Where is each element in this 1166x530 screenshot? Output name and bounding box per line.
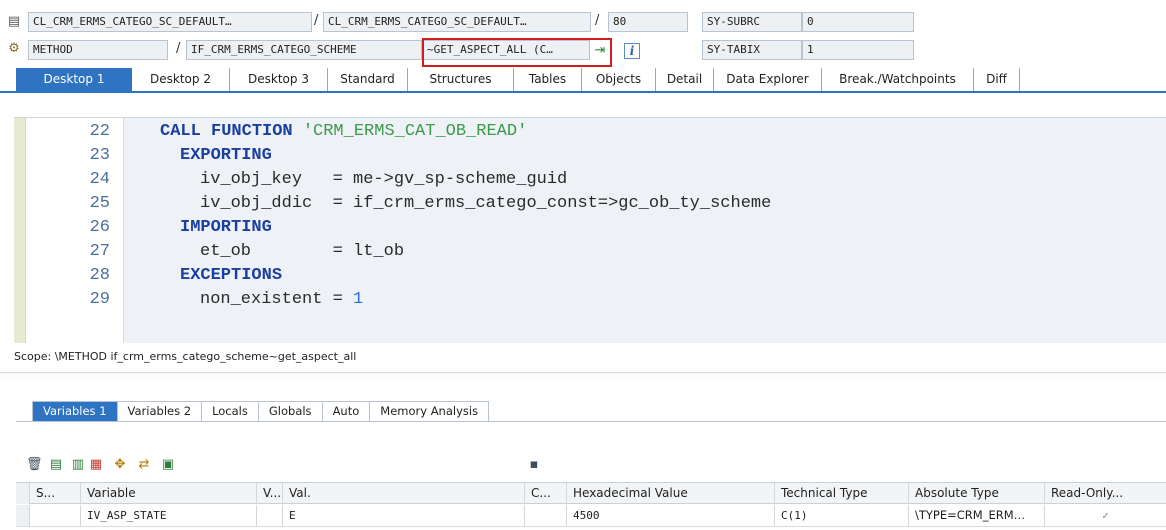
transfer-icon[interactable]: ⇄ (136, 457, 152, 473)
code-token: non_existent = (200, 290, 354, 309)
method-interface-field[interactable]: IF_CRM_ERMS_CATEGO_SCHEME (186, 40, 422, 60)
code-line[interactable]: iv_obj_key = me->gv_sp-scheme_guid (200, 168, 567, 191)
col-header-absolute-type[interactable]: Absolute Type (909, 483, 1045, 504)
table-header-row: S... Variable V... Val. C... Hexadecimal… (16, 482, 1166, 504)
tab-globals[interactable]: Globals (258, 402, 323, 422)
code-token: iv_obj_ddic = if_crm_erms_catego_const=>… (200, 194, 772, 213)
col-header-variable[interactable]: Variable (81, 483, 257, 504)
delete-icon[interactable]: 🗑 (26, 457, 43, 473)
tab-variables-2[interactable]: Variables 2 (117, 402, 203, 422)
col-header-technical-type[interactable]: Technical Type (775, 483, 909, 504)
line-number: 25 (89, 194, 110, 213)
cell-absolute-type[interactable]: \TYPE=CRM_ERM… (909, 505, 1045, 526)
code-line[interactable]: iv_obj_ddic = if_crm_erms_catego_const=>… (200, 192, 771, 215)
variables-tabstrip: Variables 1 Variables 2 Locals Globals Auto M… (32, 401, 490, 422)
col-header-hex[interactable]: Hexadecimal Value (567, 483, 775, 504)
code-line[interactable]: EXPORTING (180, 144, 272, 167)
tab-break-watchpoints[interactable]: Break./Watchpoints (822, 68, 974, 91)
cell-value[interactable]: E (283, 505, 525, 526)
row-selector-header[interactable] (16, 483, 30, 504)
col-header-status[interactable]: S... (30, 483, 81, 504)
line-number: 23 (89, 146, 110, 165)
cell-variable[interactable]: IV_ASP_STATE (81, 505, 257, 526)
separator-slash: / (595, 13, 600, 28)
tab-standard[interactable]: Standard (328, 68, 408, 91)
col-header-c[interactable]: C... (525, 483, 567, 504)
code-token: IMPORTING (180, 218, 272, 237)
insert-row-icon[interactable]: ▤ (48, 457, 64, 473)
variables-tab-underline (16, 421, 1166, 422)
code-line[interactable]: et_ob = lt_ob (200, 240, 404, 263)
sysvar-value-tabix[interactable]: 1 (802, 40, 914, 60)
breakpoint-gutter[interactable] (14, 118, 26, 343)
col-header-v[interactable]: V... (257, 483, 283, 504)
code-token: EXCEPTIONS (180, 266, 283, 285)
sysvar-value-subrc[interactable]: 0 (802, 12, 914, 32)
program-icon: ▤ (7, 14, 21, 29)
code-token: 1 (353, 290, 364, 309)
method-icon: ⚙ (8, 41, 20, 56)
tab-data-explorer[interactable]: Data Explorer (714, 68, 822, 91)
line-number: 29 (89, 290, 110, 309)
cell-c (525, 505, 567, 526)
scope-label: Scope: \METHOD if_crm_erms_catego_scheme… (14, 350, 357, 363)
cell-status (30, 505, 81, 526)
export-icon[interactable]: ▣ (160, 457, 176, 473)
tab-structures[interactable]: Structures (408, 68, 514, 91)
main-program-field[interactable]: CL_CRM_ERMS_CATEGO_SC_DEFAULT… (28, 12, 312, 32)
info-icon[interactable]: i (624, 43, 640, 59)
append-row-icon[interactable]: ▥ (70, 457, 86, 473)
col-header-read-only[interactable]: Read-Only... (1045, 483, 1166, 504)
tab-detail[interactable]: Detail (656, 68, 714, 91)
line-number-field[interactable]: 80 (608, 12, 688, 32)
code-token: 'CRM_ERMS_CAT_OB_READ' (302, 122, 528, 141)
code-line[interactable]: EXCEPTIONS (180, 264, 282, 287)
tab-underline (0, 91, 1166, 93)
sysvar-name-subrc: SY-SUBRC (702, 12, 802, 32)
tab-auto[interactable]: Auto (322, 402, 371, 422)
line-number: 26 (89, 218, 110, 237)
debugger-header: ▤ CL_CRM_ERMS_CATEGO_SC_DEFAULT… / CL_CR… (0, 0, 1166, 67)
cell-technical-type: C(1) (775, 505, 909, 526)
highlight-box (422, 38, 612, 67)
delete-row-icon[interactable]: ▦ (88, 457, 104, 473)
tab-locals[interactable]: Locals (202, 402, 259, 422)
tab-diff[interactable]: Diff (974, 68, 1020, 91)
pane-splitter[interactable] (0, 372, 1166, 380)
code-token: iv_obj_key = me->gv_sp-scheme_guid (200, 170, 568, 189)
save-icon[interactable]: ▪ (526, 457, 542, 473)
code-line[interactable]: non_existent = 1 (200, 288, 363, 311)
separator-slash: / (314, 13, 319, 28)
tab-variables-1[interactable]: Variables 1 (33, 402, 118, 422)
line-number: 22 (89, 122, 110, 141)
cell-hex[interactable]: 4500 (567, 505, 775, 526)
row-selector[interactable] (16, 505, 30, 526)
code-token: EXPORTING (180, 146, 272, 165)
desktop-tabstrip: Desktop 1 Desktop 2 Desktop 3 Standard Struc… (16, 68, 1020, 91)
event-type-field[interactable]: METHOD (28, 40, 168, 60)
include-program-field[interactable]: CL_CRM_ERMS_CATEGO_SC_DEFAULT… (323, 12, 591, 32)
separator-slash: / (176, 41, 181, 56)
settings-icon[interactable]: ✥ (112, 457, 128, 473)
code-token: et_ob = lt_ob (200, 242, 405, 261)
source-code-editor[interactable]: 22 CALL FUNCTION 'CRM_ERMS_CAT_OB_READ' 23… (14, 117, 1166, 343)
tab-memory-analysis[interactable]: Memory Analysis (370, 402, 489, 422)
read-only-checkbox[interactable]: ✓ (1045, 505, 1166, 526)
tab-desktop-2[interactable]: Desktop 2 (132, 68, 230, 91)
line-number: 28 (89, 266, 110, 285)
tab-tables[interactable]: Tables (514, 68, 582, 91)
code-line[interactable]: IMPORTING (180, 216, 272, 239)
tab-objects[interactable]: Objects (582, 68, 656, 91)
tab-desktop-3[interactable]: Desktop 3 (230, 68, 328, 91)
code-line[interactable]: CALL FUNCTION 'CRM_ERMS_CAT_OB_READ' (160, 120, 527, 143)
sysvar-name-tabix: SY-TABIX (702, 40, 802, 60)
line-number: 27 (89, 242, 110, 261)
cell-v (257, 505, 283, 526)
code-token: CALL FUNCTION (160, 122, 303, 141)
table-row[interactable]: IV_ASP_STATE E 4500 C(1) \TYPE=CRM_ERM… … (16, 505, 1166, 527)
col-header-value[interactable]: Val. (283, 483, 525, 504)
tab-desktop-1[interactable]: Desktop 1 (16, 68, 132, 91)
line-number: 24 (89, 170, 110, 189)
